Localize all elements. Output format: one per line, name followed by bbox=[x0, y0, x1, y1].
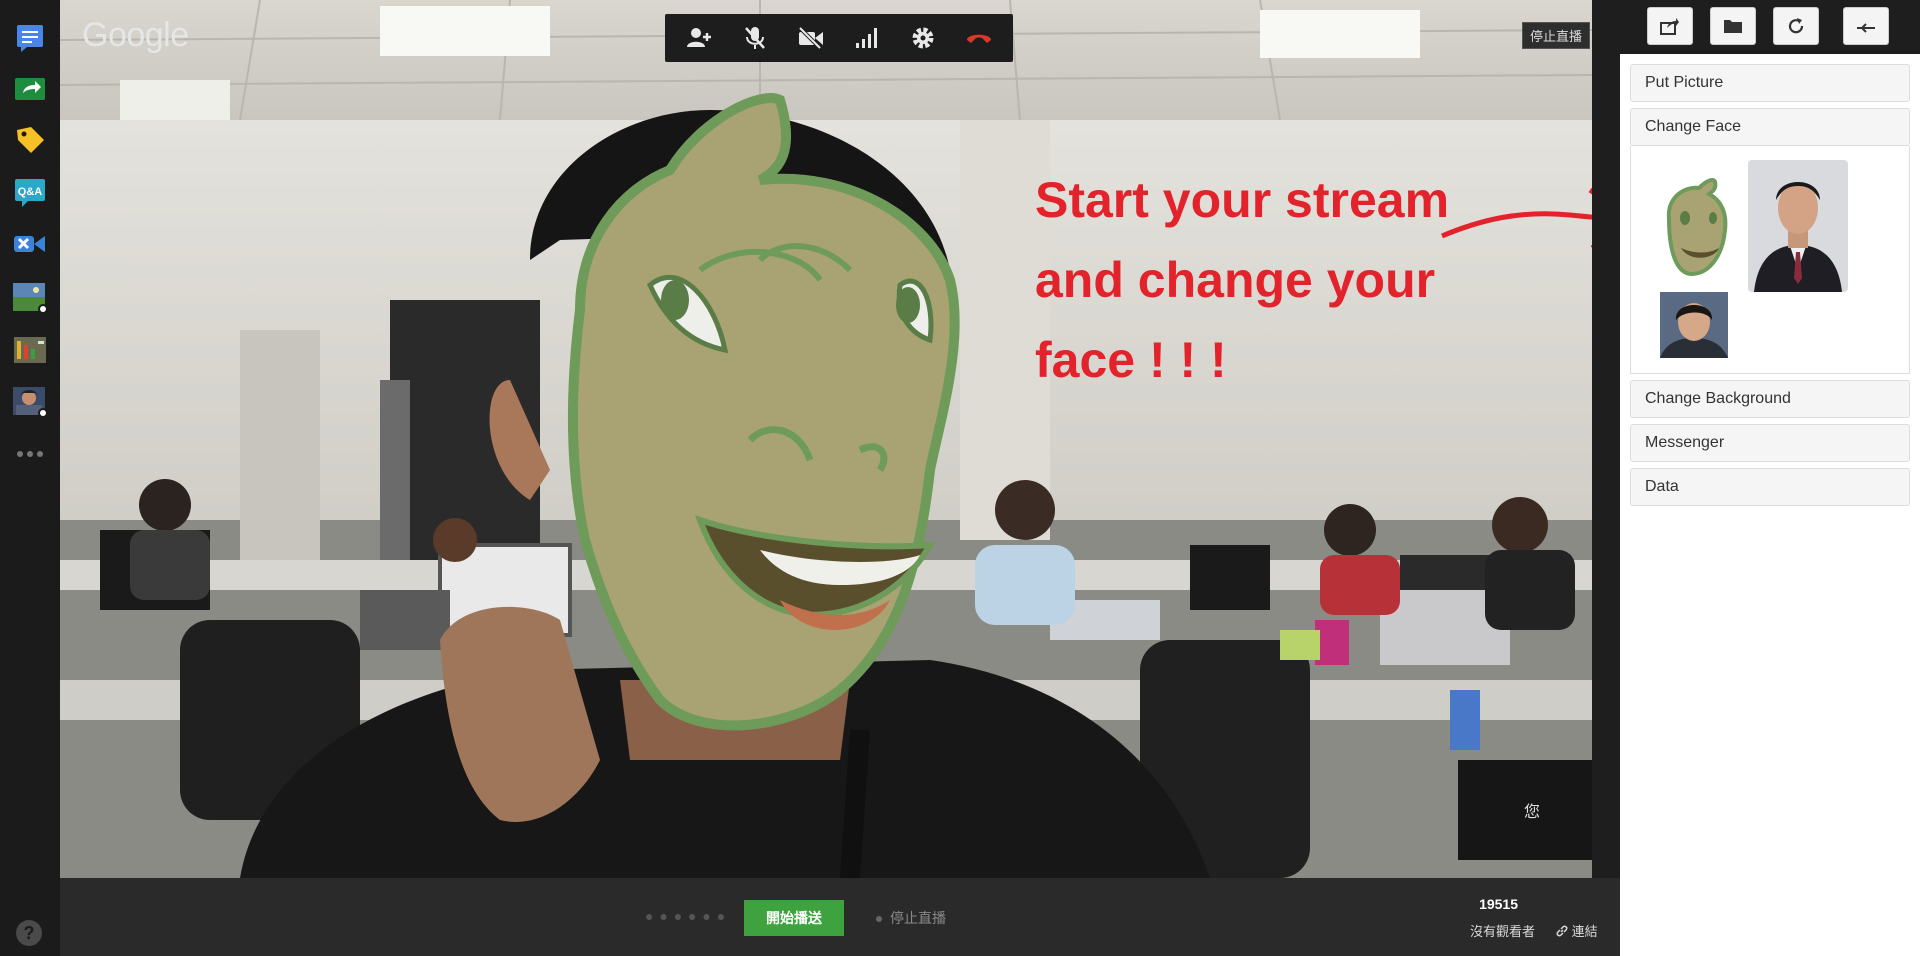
annotation-text: Start your stream and change your face !… bbox=[1035, 160, 1495, 400]
hangouts-window: Q&A ? Google 停止直播 Start your stream and … bbox=[0, 0, 1920, 956]
section-put-picture[interactable]: Put Picture bbox=[1630, 64, 1910, 102]
stop-broadcast-link[interactable]: 停止直播 bbox=[876, 908, 946, 928]
refresh-icon[interactable] bbox=[1773, 7, 1819, 45]
viewer-count: 19515 bbox=[1479, 896, 1518, 912]
facechange-panel: Put Picture Change Face Change Backgroun… bbox=[1620, 0, 1920, 956]
folder-icon[interactable] bbox=[1710, 7, 1756, 45]
broadcast-bar: ● ● ● ● ● ● 開始播送 停止直播 19515 沒有觀看者 連結 bbox=[60, 878, 1620, 956]
screenshare-icon[interactable] bbox=[12, 72, 48, 108]
link-label: 連結 bbox=[1571, 924, 1598, 939]
annotation-arrow bbox=[1441, 187, 1592, 248]
self-view-tile[interactable]: 您 bbox=[1458, 760, 1592, 860]
mic-off-icon[interactable] bbox=[735, 18, 775, 58]
app-rail: Q&A ? bbox=[0, 0, 60, 956]
qa-icon[interactable]: Q&A bbox=[12, 174, 48, 210]
camera-off-icon[interactable] bbox=[791, 18, 831, 58]
start-broadcast-button[interactable]: 開始播送 bbox=[744, 900, 844, 936]
google-logo: Google bbox=[82, 16, 189, 54]
call-toolbar bbox=[665, 14, 1013, 62]
more-icon[interactable] bbox=[12, 436, 48, 472]
face-option-young-man[interactable] bbox=[1660, 292, 1728, 358]
control-room-icon[interactable] bbox=[12, 332, 48, 368]
effects-icon[interactable] bbox=[12, 280, 48, 316]
panel-toolbar bbox=[1620, 0, 1920, 54]
self-label: 您 bbox=[1523, 804, 1540, 821]
settings-icon[interactable] bbox=[903, 18, 943, 58]
annotation-line: Start your stream bbox=[1035, 172, 1450, 228]
viewers-status: 沒有觀看者 bbox=[1470, 924, 1536, 939]
link-button[interactable]: 連結 bbox=[1556, 921, 1598, 940]
stop-broadcast-label: 停止直播 bbox=[890, 910, 946, 926]
invite-icon[interactable] bbox=[679, 18, 719, 58]
help-icon[interactable]: ? bbox=[16, 920, 42, 946]
toolbox-icon[interactable] bbox=[12, 226, 48, 262]
status-dot bbox=[876, 916, 882, 923]
camera-feed bbox=[60, 0, 1592, 878]
share-icon[interactable] bbox=[1647, 7, 1693, 45]
section-change-face[interactable]: Change Face bbox=[1630, 108, 1910, 146]
bandwidth-icon[interactable] bbox=[847, 18, 887, 58]
label-icon[interactable] bbox=[12, 122, 48, 158]
section-messenger[interactable]: Messenger bbox=[1630, 424, 1910, 462]
chat-icon[interactable] bbox=[12, 20, 48, 56]
section-data[interactable]: Data bbox=[1630, 468, 1910, 506]
section-change-background[interactable]: Change Background bbox=[1630, 380, 1910, 418]
face-option-man-suit[interactable] bbox=[1748, 160, 1848, 292]
hangup-icon[interactable] bbox=[959, 18, 999, 58]
annotation-line: and change your bbox=[1035, 252, 1436, 308]
link-icon bbox=[1556, 925, 1568, 937]
face-option-lizard[interactable] bbox=[1659, 178, 1729, 278]
stop-broadcast-badge[interactable]: 停止直播 bbox=[1522, 22, 1591, 49]
video-stage: Google 停止直播 Start your stream and change… bbox=[60, 0, 1592, 878]
facechange-icon[interactable] bbox=[12, 384, 48, 420]
svg-text:Q&A: Q&A bbox=[18, 186, 43, 198]
face-options bbox=[1630, 146, 1910, 374]
annotation-line: face ! ! ! bbox=[1035, 332, 1227, 388]
back-icon[interactable] bbox=[1843, 7, 1889, 45]
loading-indicator: ● ● ● ● ● ● bbox=[645, 908, 727, 924]
